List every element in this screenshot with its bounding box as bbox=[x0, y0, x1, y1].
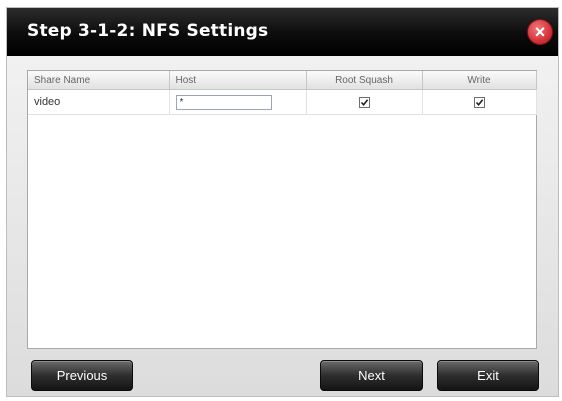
write-cell bbox=[422, 89, 537, 115]
checkmark-icon bbox=[360, 98, 368, 106]
share-name-cell: video bbox=[28, 89, 170, 115]
nfs-settings-dialog: Step 3-1-2: NFS Settings × Share Name Ho… bbox=[6, 7, 559, 397]
root-squash-cell bbox=[306, 89, 423, 115]
nfs-table-panel: Share Name Host Root Squash Write video bbox=[27, 70, 537, 349]
column-header-root-squash[interactable]: Root Squash bbox=[306, 71, 423, 90]
close-icon[interactable]: × bbox=[527, 19, 553, 45]
table-row[interactable]: video bbox=[28, 89, 537, 115]
host-cell bbox=[169, 89, 307, 115]
column-header-write[interactable]: Write bbox=[422, 71, 537, 90]
next-button[interactable]: Next bbox=[320, 360, 423, 391]
dialog-titlebar: Step 3-1-2: NFS Settings × bbox=[7, 8, 558, 56]
exit-button[interactable]: Exit bbox=[437, 360, 539, 391]
table-header-row: Share Name Host Root Squash Write bbox=[28, 71, 537, 90]
nfs-table: Share Name Host Root Squash Write video bbox=[28, 71, 537, 115]
checkmark-icon bbox=[475, 98, 483, 106]
root-squash-checkbox[interactable] bbox=[358, 96, 370, 108]
write-checkbox[interactable] bbox=[473, 96, 485, 108]
column-header-share-name[interactable]: Share Name bbox=[28, 71, 170, 90]
previous-button[interactable]: Previous bbox=[31, 360, 133, 391]
dialog-title: Step 3-1-2: NFS Settings bbox=[27, 21, 269, 41]
column-header-host[interactable]: Host bbox=[169, 71, 307, 90]
host-input[interactable] bbox=[175, 94, 272, 110]
